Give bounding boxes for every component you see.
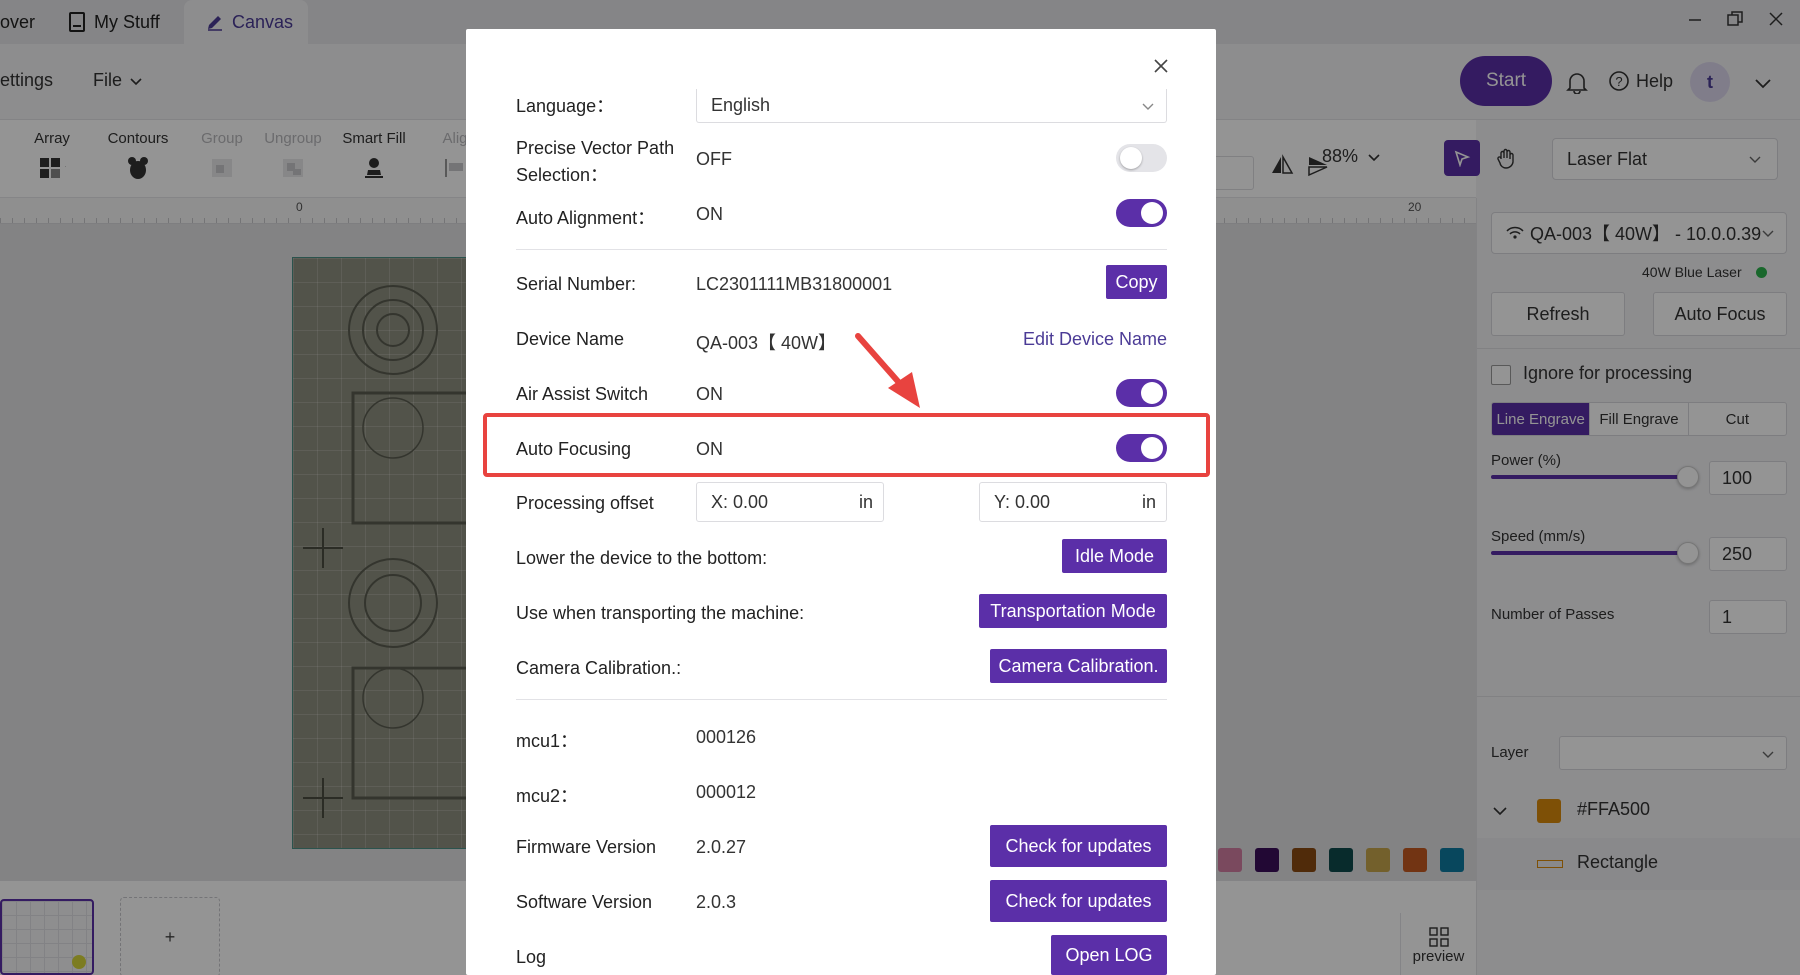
precise-vector-label-line2: Selection： bbox=[516, 165, 609, 185]
annotation-arrow-icon bbox=[855, 333, 920, 408]
device-name-label: Device Name bbox=[516, 329, 625, 349]
open-log-button[interactable]: Open LOG bbox=[1051, 935, 1167, 975]
offset-x-input[interactable]: X: 0.00 in bbox=[696, 482, 884, 522]
device-name-value: QA-003【 40W】 bbox=[696, 333, 837, 353]
toggle-knob bbox=[1141, 202, 1163, 224]
air-assist-toggle[interactable] bbox=[1116, 379, 1167, 407]
device-settings-modal: Language： English Precise Vector Path Se… bbox=[466, 29, 1216, 975]
check-software-updates-button[interactable]: Check for updates bbox=[990, 880, 1167, 922]
auto-alignment-toggle[interactable] bbox=[1116, 199, 1167, 227]
chevron-down-icon bbox=[1142, 103, 1154, 110]
transport-label: Use when transporting the machine: bbox=[516, 603, 805, 623]
precise-vector-label: Precise Vector Path Selection： bbox=[516, 135, 674, 189]
offset-unit: in bbox=[858, 491, 873, 512]
air-assist-value: ON bbox=[696, 384, 723, 404]
divider bbox=[516, 249, 1167, 250]
offset-y-input[interactable]: Y: 0.00 in bbox=[979, 482, 1167, 522]
firmware-version-label: Firmware Version bbox=[516, 837, 657, 857]
divider bbox=[516, 699, 1167, 700]
language-value: English bbox=[711, 95, 771, 115]
processing-offset-label: Processing offset bbox=[516, 493, 654, 513]
check-firmware-updates-button[interactable]: Check for updates bbox=[990, 825, 1167, 867]
software-version-value: 2.0.3 bbox=[696, 892, 737, 912]
mcu1-value: 000126 bbox=[696, 727, 757, 747]
auto-focusing-highlight bbox=[483, 413, 1210, 477]
software-version-label: Software Version bbox=[516, 892, 653, 912]
toggle-knob bbox=[1120, 147, 1142, 169]
camera-calibration-label: Camera Calibration.: bbox=[516, 658, 682, 678]
language-label: Language： bbox=[516, 96, 615, 116]
copy-button[interactable]: Copy bbox=[1106, 265, 1167, 299]
precise-vector-toggle[interactable] bbox=[1116, 144, 1167, 172]
precise-vector-label-line1: Precise Vector Path bbox=[516, 138, 675, 158]
firmware-version-value: 2.0.27 bbox=[696, 837, 747, 857]
lower-device-label: Lower the device to the bottom: bbox=[516, 548, 768, 568]
transportation-mode-button[interactable]: Transportation Mode bbox=[979, 594, 1167, 628]
precise-vector-value: OFF bbox=[696, 149, 732, 169]
log-label: Log bbox=[516, 947, 547, 967]
auto-alignment-label: Auto Alignment： bbox=[516, 208, 656, 228]
offset-x-value: X: 0.00 bbox=[711, 491, 769, 512]
mcu2-value: 000012 bbox=[696, 782, 757, 802]
air-assist-label: Air Assist Switch bbox=[516, 384, 649, 404]
mcu1-label: mcu1： bbox=[516, 731, 579, 751]
camera-calibration-button[interactable]: Camera Calibration. bbox=[990, 649, 1167, 683]
offset-unit: in bbox=[1141, 491, 1156, 512]
idle-mode-button[interactable]: Idle Mode bbox=[1062, 539, 1167, 573]
offset-y-value: Y: 0.00 bbox=[994, 491, 1051, 512]
edit-device-name-link[interactable]: Edit Device Name bbox=[1023, 329, 1167, 350]
auto-alignment-value: ON bbox=[696, 204, 723, 224]
language-select[interactable]: English bbox=[696, 89, 1167, 123]
mcu2-label: mcu2： bbox=[516, 786, 579, 806]
close-icon[interactable] bbox=[1146, 51, 1176, 81]
serial-number-value: LC2301111MB31800001 bbox=[696, 274, 893, 294]
serial-number-label: Serial Number: bbox=[516, 274, 637, 294]
toggle-knob bbox=[1141, 382, 1163, 404]
